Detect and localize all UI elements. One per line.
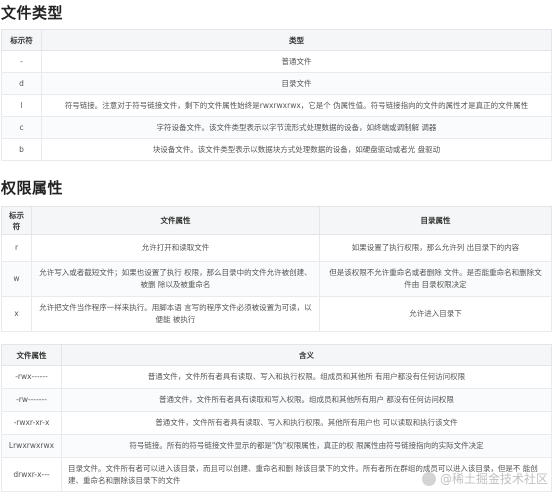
cell-file-attr: 允许把文件当作程序一样来执行。用脚本语 言写的程序文件必须被设置为可读，以便能 … xyxy=(31,296,320,332)
table-row: c 字符设备文件。该文件类型表示以字节流形式处理数据的设备，如终端或调制解 调器 xyxy=(1,116,552,139)
cell-identifier: c xyxy=(1,116,42,139)
cell-identifier: r xyxy=(1,234,32,262)
cell-dir-attr: 允许进入目录下 xyxy=(319,296,552,332)
table-row: l 符号链接。注意对于符号链接文件，剩下的文件属性始终是rwxrwxrwx，它是… xyxy=(1,94,552,117)
table-row: b 块设备文件。该文件类型表示以数据块方式处理数据的设备，如硬盘驱动或者光 盘驱… xyxy=(1,138,552,161)
table-header-row: 标示符 类型 xyxy=(1,29,552,51)
column-header: 标示符 xyxy=(1,206,32,235)
cell-identifier: - xyxy=(1,50,42,73)
cell-attr: -rwx------ xyxy=(1,365,62,389)
column-header: 含义 xyxy=(61,344,552,366)
cell-file-attr: 允许写入或者截短文件；如果也设置了执行 权限，那么目录中的文件允许被创建、被删 … xyxy=(31,261,320,297)
file-types-table: 标示符 类型 - 普通文件 d 目录文件 l 符号链接。注意对于符号链接文件，剩… xyxy=(1,29,552,161)
watermark-text: @稀土掘金技术社区 xyxy=(439,472,548,486)
table-row: w 允许写入或者截短文件；如果也设置了执行 权限，那么目录中的文件允许被创建、被… xyxy=(1,261,552,297)
cell-meaning: 符号链接。所有的符号链接文件显示的都是"伪"权限属性，真正的权 限属性由符号链接… xyxy=(61,434,552,458)
table-row: r 允许打开和读取文件 如果设置了执行权限，那么允许列 出目录下的内容 xyxy=(1,234,552,262)
cell-dir-attr: 但是该权限不允许重命名或者删除 文件。是否能重命名和删除文件由 目录权限决定 xyxy=(319,261,552,297)
table-header-row: 文件属性 含义 xyxy=(1,344,552,366)
cell-file-attr: 允许打开和读取文件 xyxy=(31,234,320,262)
cell-identifier: x xyxy=(1,296,32,332)
cell-attr: -rwxr-xr-x xyxy=(1,411,62,435)
table-row: -rwxr-xr-x 普通文件，文件所有者具有读取、写入和执行权限。其他所有用户… xyxy=(1,411,552,435)
cell-attr: Lrwxrwxrwx xyxy=(1,434,62,458)
cell-identifier: l xyxy=(1,94,42,117)
cell-type: 普通文件 xyxy=(41,50,552,73)
cell-type: 字符设备文件。该文件类型表示以字节流形式处理数据的设备，如终端或调制解 调器 xyxy=(41,116,552,139)
permissions-table: 标示符 文件属性 目录属性 r 允许打开和读取文件 如果设置了执行权限，那么允许… xyxy=(1,206,552,332)
cell-attr: -rw------- xyxy=(1,388,62,412)
cell-attr: drwxr-x--- xyxy=(1,457,62,492)
site-logo-icon xyxy=(421,471,436,486)
column-header: 文件属性 xyxy=(31,206,320,235)
table-row: -rwx------ 普通文件，文件所有者具有读取、写入和执行权限。组成员和其他… xyxy=(1,365,552,389)
table-row: d 目录文件 xyxy=(1,72,552,95)
cell-type: 块设备文件。该文件类型表示以数据块方式处理数据的设备，如硬盘驱动或者光 盘驱动 xyxy=(41,138,552,161)
column-header: 文件属性 xyxy=(1,344,62,366)
cell-type: 符号链接。注意对于符号链接文件，剩下的文件属性始终是rwxrwxrwx，它是个 … xyxy=(41,94,552,117)
cell-identifier: d xyxy=(1,72,42,95)
cell-identifier: w xyxy=(1,261,32,297)
cell-meaning: 普通文件，文件所有者具有读取和写入权限。组成员和其他所有用户 都没有任何访问权限 xyxy=(61,388,552,412)
section-heading-permissions: 权限属性 xyxy=(1,179,64,197)
cell-meaning: 普通文件，文件所有者具有读取、写入和执行权限。组成员和其他所 有用户都没有任何访… xyxy=(61,365,552,389)
cell-identifier: b xyxy=(1,138,42,161)
cell-meaning: 普通文件，文件所有者具有读取、写入和执行权限。其他所有用户也 可以读取和执行该文… xyxy=(61,411,552,435)
table-row: Lrwxrwxrwx 符号链接。所有的符号链接文件显示的都是"伪"权限属性，真正… xyxy=(1,434,552,458)
watermark: @稀土掘金技术社区 xyxy=(421,470,548,487)
column-header: 标示符 xyxy=(1,29,42,51)
cell-dir-attr: 如果设置了执行权限，那么允许列 出目录下的内容 xyxy=(319,234,552,262)
column-header: 类型 xyxy=(41,29,552,51)
section-heading-file-types: 文件类型 xyxy=(1,4,64,22)
column-header: 目录属性 xyxy=(319,206,552,235)
table-row: -rw------- 普通文件，文件所有者具有读取和写入权限。组成员和其他所有用… xyxy=(1,388,552,412)
cell-type: 目录文件 xyxy=(41,72,552,95)
table-header-row: 标示符 文件属性 目录属性 xyxy=(1,206,552,235)
table-row: x 允许把文件当作程序一样来执行。用脚本语 言写的程序文件必须被设置为可读，以便… xyxy=(1,296,552,332)
table-row: - 普通文件 xyxy=(1,50,552,73)
